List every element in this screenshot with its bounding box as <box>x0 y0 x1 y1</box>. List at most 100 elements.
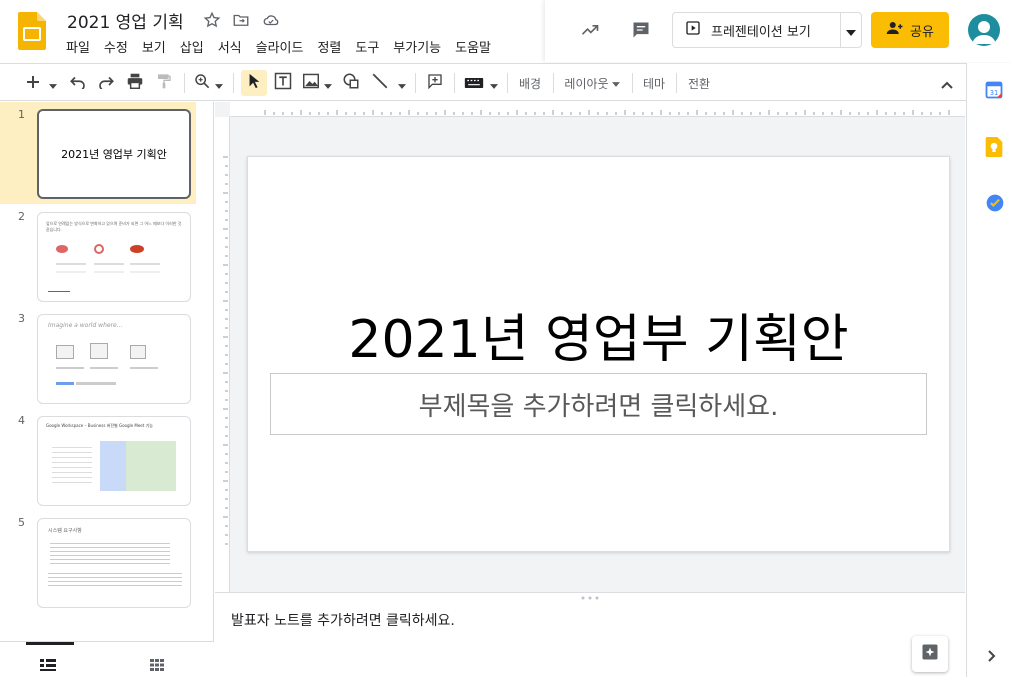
present-options-dropdown[interactable] <box>841 13 861 47</box>
zoom-dropdown[interactable] <box>213 70 225 96</box>
text-box-icon <box>274 72 292 94</box>
slide-thumbnail-row-5[interactable]: 5 시스템 요구사항 <box>0 510 196 610</box>
speaker-notes-panel[interactable]: 발표자 노트를 추가하려면 클릭하세요. <box>215 602 965 677</box>
input-tools-dropdown[interactable] <box>488 70 500 96</box>
thumbnail-line <box>76 382 116 385</box>
menu-slide[interactable]: 슬라이드 <box>256 37 311 56</box>
slides-logo-icon[interactable] <box>18 12 46 50</box>
present-button[interactable]: 프레젠테이션 보기 <box>672 12 862 48</box>
thumbnail-shape <box>130 345 146 359</box>
zoom-button[interactable] <box>192 70 212 96</box>
transition-button[interactable]: 전환 <box>682 70 716 96</box>
slide-thumbnail-row-1[interactable]: 1 2021년 영업부 기획안 <box>0 102 196 204</box>
thumbnail-text: 시스템 요구사항 <box>48 528 82 534</box>
slide-thumbnail[interactable]: Imagine a world where... <box>37 314 191 404</box>
insert-image-button[interactable] <box>300 70 322 96</box>
keyboard-icon <box>464 74 484 93</box>
explore-button[interactable] <box>912 636 948 672</box>
shape-icon <box>342 72 360 94</box>
slide-canvas[interactable]: 2021년 영업부 기획안 부제목을 추가하려면 클릭하세요. <box>215 102 965 592</box>
slide-thumbnail[interactable]: 시스템 요구사항 <box>37 518 191 608</box>
account-avatar[interactable] <box>968 14 1000 46</box>
document-title[interactable]: 2021 영업 기획 <box>67 8 184 33</box>
grid-view-button[interactable] <box>150 656 164 675</box>
caret-down-icon <box>324 74 332 93</box>
menu-file[interactable]: 파일 <box>66 37 97 56</box>
activity-trend-icon[interactable] <box>580 20 600 40</box>
active-view-indicator <box>26 642 74 645</box>
insert-image-dropdown[interactable] <box>322 70 334 96</box>
share-button[interactable]: 공유 <box>871 12 949 48</box>
select-tool-button[interactable] <box>241 70 267 96</box>
background-button[interactable]: 배경 <box>513 70 547 96</box>
undo-button[interactable] <box>67 70 89 96</box>
subtitle-placeholder[interactable]: 부제목을 추가하려면 클릭하세요. <box>270 373 927 435</box>
menu-view[interactable]: 보기 <box>142 37 173 56</box>
layout-label: 레이아웃 <box>564 76 609 91</box>
move-folder-icon[interactable] <box>231 10 251 30</box>
toolbar: 배경 레이아웃 테마 전환 <box>0 63 966 101</box>
speaker-notes-placeholder[interactable]: 발표자 노트를 추가하려면 클릭하세요. <box>231 610 455 630</box>
slide-thumbnail[interactable]: 2021년 영업부 기획안 <box>37 109 191 199</box>
slide-thumbnail-row-2[interactable]: 2 앞으로 연례없는 방식으로 변화하고 있으며 준비가 되면 그 어느 때보다… <box>0 204 196 304</box>
share-label: 공유 <box>910 24 934 40</box>
notes-resize-handle[interactable] <box>215 592 965 602</box>
new-slide-layout-dropdown[interactable] <box>46 70 60 96</box>
filmstrip-view-button[interactable] <box>40 656 56 675</box>
thumbnail-column <box>100 441 126 491</box>
slide-thumbnail-row-4[interactable]: 4 Google Workspace – Business 버전별 Google… <box>0 408 196 508</box>
line-button[interactable] <box>369 70 391 96</box>
comment-icon[interactable] <box>631 20 651 40</box>
vertical-ruler[interactable] <box>215 117 230 592</box>
menu-insert[interactable]: 삽입 <box>180 37 211 56</box>
star-icon[interactable] <box>202 10 222 30</box>
slide-filmstrip: 1 2021년 영업부 기획안 2 앞으로 연례없는 방식으로 변화하고 있으며… <box>0 102 214 677</box>
text-box-button[interactable] <box>271 70 295 96</box>
app-header: 2021 영업 기획 파일 수정 보기 삽입 서식 슬라이드 정렬 도구 부가기… <box>0 0 1013 62</box>
horizontal-ruler[interactable] <box>230 102 965 117</box>
undo-icon <box>69 74 87 93</box>
toolbar-separator <box>233 73 234 93</box>
add-comment-button[interactable] <box>424 70 446 96</box>
slide-thumbnail[interactable]: 앞으로 연례없는 방식으로 변화하고 있으며 준비가 되면 그 어느 때보다 이… <box>37 212 191 302</box>
print-button[interactable] <box>124 70 146 96</box>
line-icon <box>371 72 389 94</box>
menu-help[interactable]: 도움말 <box>455 37 498 56</box>
menu-format[interactable]: 서식 <box>218 37 249 56</box>
expand-side-panel-button[interactable] <box>988 647 996 666</box>
thumbnail-text: Google Workspace – Business 버전별 Google M… <box>46 423 153 428</box>
toolbar-separator <box>184 73 185 93</box>
grid-view-icon <box>150 656 164 675</box>
list-view-icon <box>40 656 56 675</box>
layout-button[interactable]: 레이아웃 <box>560 70 624 96</box>
input-tools-button[interactable] <box>463 70 485 96</box>
svg-text:31: 31 <box>990 89 999 97</box>
tasks-icon[interactable] <box>985 193 1005 217</box>
menu-edit[interactable]: 수정 <box>104 37 135 56</box>
slide-thumbnail-row-3[interactable]: 3 Imagine a world where... <box>0 306 196 406</box>
redo-button[interactable] <box>95 70 117 96</box>
menu-tools[interactable]: 도구 <box>355 37 386 56</box>
slide-title[interactable]: 2021년 영업부 기획안 <box>248 297 949 372</box>
line-dropdown[interactable] <box>396 70 408 96</box>
slide-thumbnail[interactable]: Google Workspace – Business 버전별 Google M… <box>37 416 191 506</box>
cloud-status-icon[interactable] <box>261 10 281 30</box>
calendar-icon[interactable]: 31 <box>985 81 1003 103</box>
present-main[interactable]: 프레젠테이션 보기 <box>673 13 842 47</box>
thumbnail-shape <box>94 244 104 254</box>
theme-button[interactable]: 테마 <box>638 70 670 96</box>
current-slide[interactable]: 2021년 영업부 기획안 부제목을 추가하려면 클릭하세요. <box>247 156 950 552</box>
thumbnail-column <box>126 441 150 491</box>
menu-bar: 파일 수정 보기 삽입 서식 슬라이드 정렬 도구 부가기능 도움말 <box>66 37 505 56</box>
slide-number: 1 <box>18 108 25 121</box>
thumbnail-line <box>56 367 84 369</box>
slide-number: 5 <box>18 516 25 529</box>
collapse-toolbar-button[interactable] <box>936 70 958 96</box>
new-slide-button[interactable] <box>22 70 44 96</box>
menu-addons[interactable]: 부가기능 <box>393 37 448 56</box>
keep-notes-icon[interactable] <box>985 137 1003 161</box>
paint-format-button[interactable] <box>153 70 175 96</box>
menu-arrange[interactable]: 정렬 <box>317 37 348 56</box>
slide-number: 4 <box>18 414 25 427</box>
shape-button[interactable] <box>340 70 362 96</box>
